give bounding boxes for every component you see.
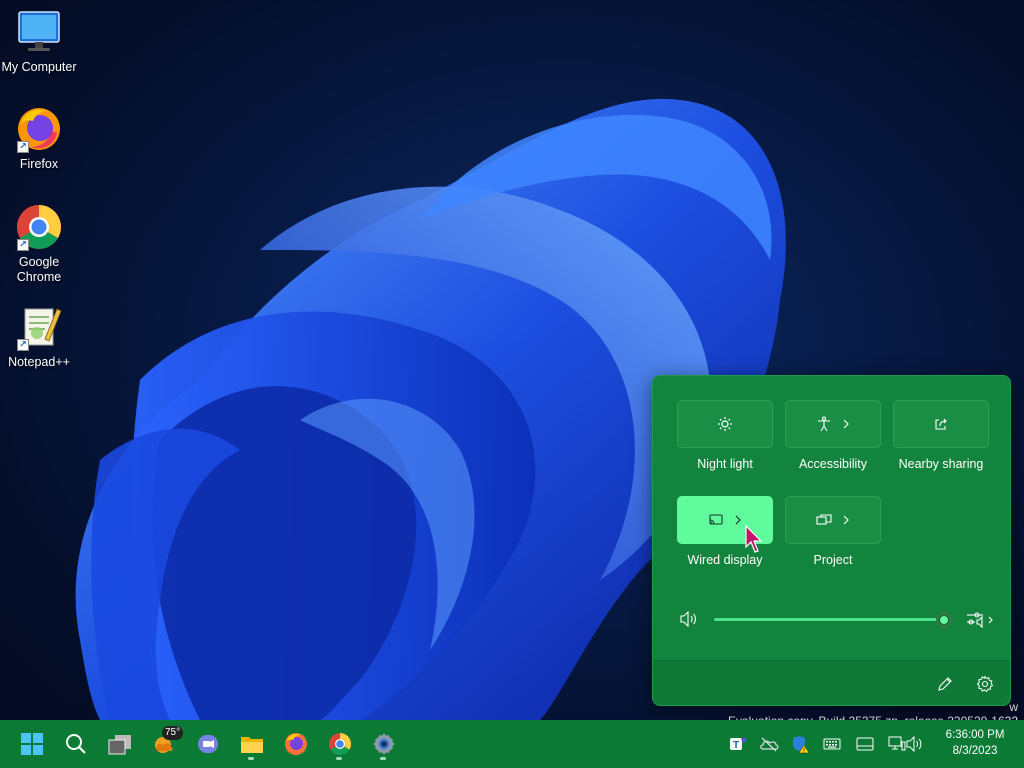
desktop-icon-notepadpp[interactable]: ↗ Notepad++ (0, 303, 78, 370)
notepadpp-icon: ↗ (15, 303, 63, 351)
settings-icon (373, 733, 395, 755)
gear-icon[interactable] (976, 675, 994, 693)
nearby-sharing-label: Nearby sharing (898, 457, 984, 471)
quick-settings-footer (653, 660, 1010, 705)
accessibility-tile[interactable] (785, 400, 881, 448)
file-explorer-button[interactable] (232, 726, 272, 762)
desktop-icon-label: Google Chrome (16, 255, 62, 284)
running-indicator (336, 757, 342, 760)
onedrive-icon (760, 737, 779, 752)
firefox-icon: ↗ (15, 105, 63, 153)
project-icon (816, 514, 832, 525)
teams-tray-button[interactable]: T (726, 732, 750, 756)
clock-time: 6:36:00 PM (945, 729, 1005, 741)
audio-mixer-icon[interactable] (965, 611, 995, 629)
touchpad-icon (856, 737, 874, 751)
pencil-icon[interactable] (936, 675, 954, 693)
desktop-icon-firefox[interactable]: ↗ Firefox (0, 105, 78, 172)
volume-icon (906, 736, 922, 752)
night-light-label: Night light (697, 457, 753, 471)
night-light-tile[interactable] (677, 400, 773, 448)
keyboard-icon (823, 738, 841, 750)
network-icon (888, 736, 906, 751)
accessibility-label: Accessibility (798, 457, 868, 471)
chat-button[interactable] (188, 726, 228, 762)
firefox-icon (285, 733, 307, 755)
taskbar-clock[interactable]: 6:36:00 PM 8/3/2023 (930, 727, 1020, 759)
onedrive-tray-button[interactable] (757, 732, 781, 756)
svg-text:!: ! (803, 748, 805, 755)
cast-icon (709, 514, 723, 525)
volume-slider-track[interactable] (714, 618, 944, 621)
defender-icon: ! (793, 736, 810, 755)
task-view-button[interactable] (100, 726, 140, 762)
clock-date: 8/3/2023 (952, 745, 998, 757)
share-icon (935, 418, 947, 430)
shortcut-arrow-icon: ↗ (17, 141, 29, 153)
monitor-icon (15, 8, 63, 56)
volume-slider-thumb[interactable] (936, 612, 952, 628)
desktop-icon-label: My Computer (1, 60, 77, 74)
chevron-right-icon (735, 515, 741, 525)
brightness-icon (718, 417, 732, 431)
shortcut-arrow-icon: ↗ (17, 239, 29, 251)
nearby-sharing-tile[interactable] (893, 400, 989, 448)
desktop-icon-my-computer[interactable]: My Computer (0, 8, 78, 75)
desktop-icon-label: Firefox (19, 157, 59, 171)
quick-settings-panel: Night light Accessibility Nearby sharing… (652, 375, 1011, 706)
defender-tray-button[interactable]: ! (789, 732, 813, 756)
running-indicator (380, 757, 386, 760)
running-indicator (248, 757, 254, 760)
chrome-icon (329, 733, 351, 755)
mouse-cursor-icon (745, 525, 763, 553)
file-explorer-icon (241, 737, 263, 753)
chevron-right-icon (843, 419, 849, 429)
chrome-taskbar-button[interactable] (320, 726, 360, 762)
accessibility-icon (818, 416, 830, 432)
project-tile[interactable] (785, 496, 881, 544)
chat-icon (198, 735, 218, 753)
keyboard-tray-button[interactable] (820, 732, 844, 756)
settings-taskbar-button[interactable] (364, 726, 404, 762)
taskbar: 75° T ! 6:36:00 PM 8/3/2023 (0, 720, 1024, 768)
network-volume-tray-button[interactable] (884, 732, 928, 756)
chrome-icon: ↗ (15, 203, 63, 251)
firefox-taskbar-button[interactable] (276, 726, 316, 762)
desktop-icon-google-chrome[interactable]: ↗ Google Chrome (0, 203, 78, 285)
shortcut-arrow-icon: ↗ (17, 339, 29, 351)
search-button[interactable] (56, 726, 96, 762)
desktop-icon-label: Notepad++ (8, 355, 70, 369)
wired-display-label: Wired display (687, 553, 763, 567)
task-view-icon (108, 735, 131, 755)
chevron-right-icon (843, 515, 849, 525)
project-label: Project (813, 553, 853, 567)
search-icon (66, 734, 86, 754)
touchpad-tray-button[interactable] (853, 732, 877, 756)
start-icon (21, 733, 43, 755)
teams-icon: T (730, 737, 747, 751)
weather-temperature: 75° (162, 726, 184, 740)
start-button[interactable] (12, 726, 52, 762)
speaker-icon[interactable] (679, 611, 699, 627)
svg-text:T: T (733, 740, 739, 751)
